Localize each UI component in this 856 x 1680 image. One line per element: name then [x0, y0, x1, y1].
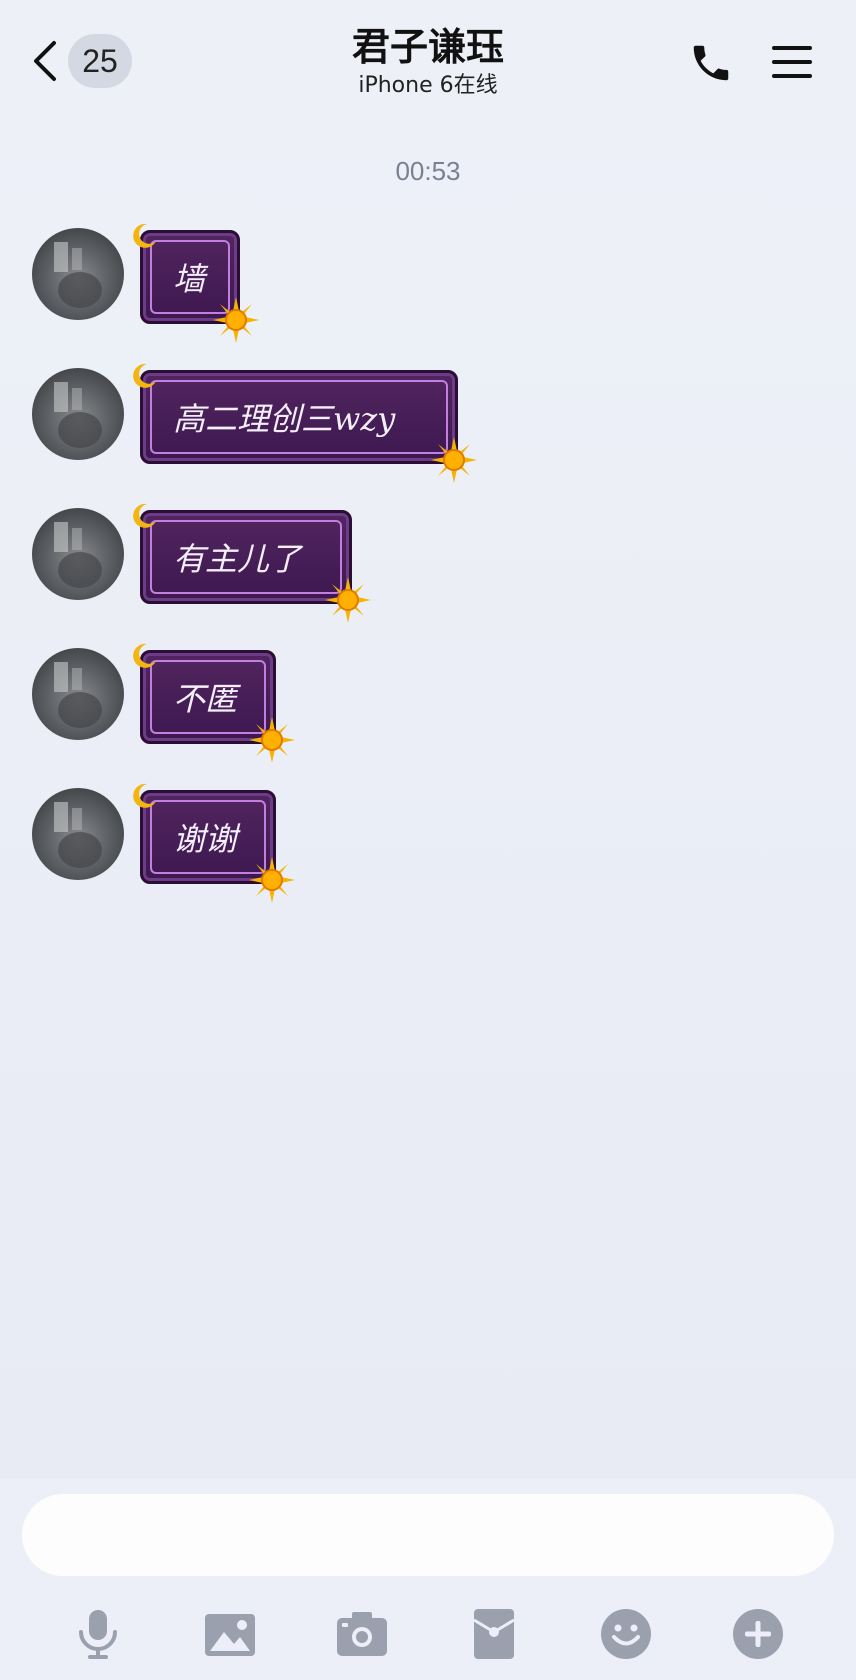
message-row: 墙 — [32, 223, 832, 348]
back-button[interactable]: 25 — [30, 32, 140, 90]
message-row: 有主儿了 — [32, 503, 832, 628]
moon-icon — [133, 643, 156, 668]
menu-icon[interactable] — [770, 40, 814, 84]
avatar[interactable] — [32, 788, 124, 880]
online-status: iPhone 6在线 — [358, 73, 498, 98]
message-text: 不匿 — [173, 680, 238, 718]
chevron-left-icon — [34, 41, 56, 81]
message-text: 高二理创三wzy — [173, 400, 396, 438]
message-text: 墙 — [173, 260, 206, 298]
avatar[interactable] — [32, 228, 124, 320]
sun-icon — [325, 577, 371, 623]
message-row: 高二理创三wzy — [32, 363, 832, 488]
moon-icon — [133, 503, 156, 528]
phone-call-icon[interactable] — [688, 40, 734, 86]
red-packet-icon[interactable] — [466, 1606, 522, 1662]
sun-icon — [249, 717, 295, 763]
avatar[interactable] — [32, 508, 124, 600]
sun-icon — [431, 437, 477, 483]
sun-icon — [213, 297, 259, 343]
moon-icon — [133, 223, 156, 248]
message-text: 有主儿了 — [173, 540, 302, 578]
message-text: 谢谢 — [173, 820, 238, 858]
emoji-icon[interactable] — [598, 1606, 654, 1662]
message-bubble[interactable]: 高二理创三wzy — [133, 363, 477, 483]
avatar[interactable] — [32, 648, 124, 740]
message-input[interactable] — [22, 1494, 834, 1576]
chat-title: 君子谦珏 — [351, 25, 504, 69]
moon-icon — [133, 363, 156, 388]
unread-count-badge: 25 — [68, 34, 132, 88]
plus-icon[interactable] — [730, 1606, 786, 1662]
sun-icon — [249, 857, 295, 903]
title-block: 君子谦珏 iPhone 6在线 — [228, 22, 628, 100]
message-bubble[interactable]: 墙 — [133, 223, 259, 343]
avatar[interactable] — [32, 368, 124, 460]
microphone-icon[interactable] — [70, 1606, 126, 1662]
composer — [0, 1478, 856, 1680]
camera-icon[interactable] — [334, 1606, 390, 1662]
message-row: 谢谢 — [32, 783, 832, 908]
chat-header: 25 君子谦珏 iPhone 6在线 — [0, 0, 856, 112]
message-bubble[interactable]: 有主儿了 — [133, 503, 371, 623]
image-icon[interactable] — [202, 1606, 258, 1662]
message-bubble[interactable]: 谢谢 — [133, 783, 295, 903]
message-bubble[interactable]: 不匿 — [133, 643, 295, 763]
chat-screen: 25 君子谦珏 iPhone 6在线 00:53 墙 高二理创三wzy 有主儿了… — [0, 0, 856, 1680]
message-row: 不匿 — [32, 643, 832, 768]
message-timestamp: 00:53 — [395, 156, 461, 186]
moon-icon — [133, 783, 156, 808]
